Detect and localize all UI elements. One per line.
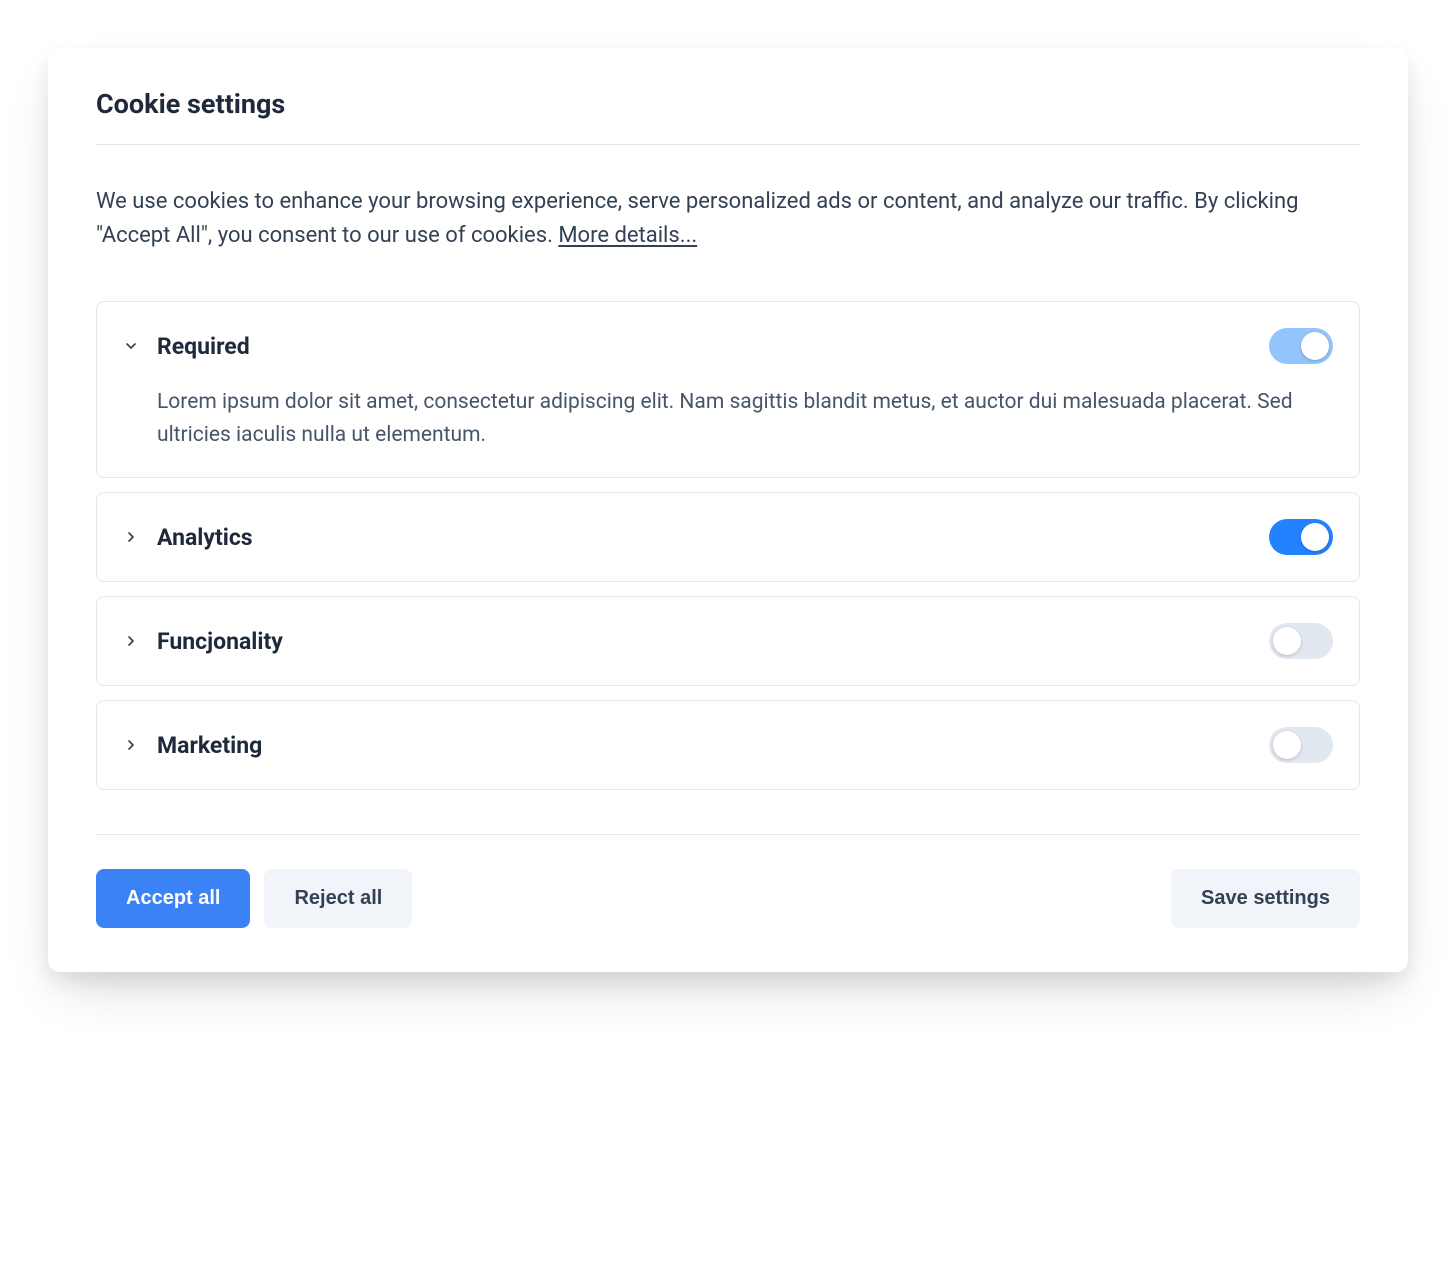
cookie-description: We use cookies to enhance your browsing … xyxy=(96,185,1360,253)
category-functionality: Funcjonality xyxy=(96,596,1360,686)
accept-all-button[interactable]: Accept all xyxy=(96,869,250,928)
category-marketing-label: Marketing xyxy=(157,732,1251,759)
chevron-right-icon xyxy=(123,737,139,753)
category-marketing: Marketing xyxy=(96,700,1360,790)
actions-bar: Accept all Reject all Save settings xyxy=(96,869,1360,928)
toggle-knob xyxy=(1301,523,1329,551)
toggle-required xyxy=(1269,328,1333,364)
toggle-marketing[interactable] xyxy=(1269,727,1333,763)
toggle-knob xyxy=(1301,332,1329,360)
toggle-functionality[interactable] xyxy=(1269,623,1333,659)
category-functionality-header[interactable]: Funcjonality xyxy=(123,623,1333,659)
category-required-header[interactable]: Required xyxy=(123,328,1333,364)
more-details-link[interactable]: More details... xyxy=(558,223,697,248)
category-analytics-header[interactable]: Analytics xyxy=(123,519,1333,555)
save-settings-button[interactable]: Save settings xyxy=(1171,869,1360,928)
footer-divider xyxy=(96,834,1360,835)
toggle-analytics[interactable] xyxy=(1269,519,1333,555)
category-required-description: Lorem ipsum dolor sit amet, consectetur … xyxy=(157,386,1333,451)
reject-all-button[interactable]: Reject all xyxy=(264,869,412,928)
categories-list: Required Lorem ipsum dolor sit amet, con… xyxy=(96,301,1360,790)
category-required: Required Lorem ipsum dolor sit amet, con… xyxy=(96,301,1360,478)
toggle-knob xyxy=(1273,731,1301,759)
toggle-knob xyxy=(1273,627,1301,655)
modal-title: Cookie settings xyxy=(96,88,1360,120)
cookie-settings-modal: Cookie settings We use cookies to enhanc… xyxy=(48,48,1408,972)
category-analytics-label: Analytics xyxy=(157,524,1251,551)
category-marketing-header[interactable]: Marketing xyxy=(123,727,1333,763)
chevron-right-icon xyxy=(123,633,139,649)
chevron-right-icon xyxy=(123,529,139,545)
category-required-label: Required xyxy=(157,333,1251,360)
category-analytics: Analytics xyxy=(96,492,1360,582)
header-divider xyxy=(96,144,1360,145)
category-functionality-label: Funcjonality xyxy=(157,628,1251,655)
description-text: We use cookies to enhance your browsing … xyxy=(96,189,1298,248)
chevron-down-icon xyxy=(123,338,139,354)
